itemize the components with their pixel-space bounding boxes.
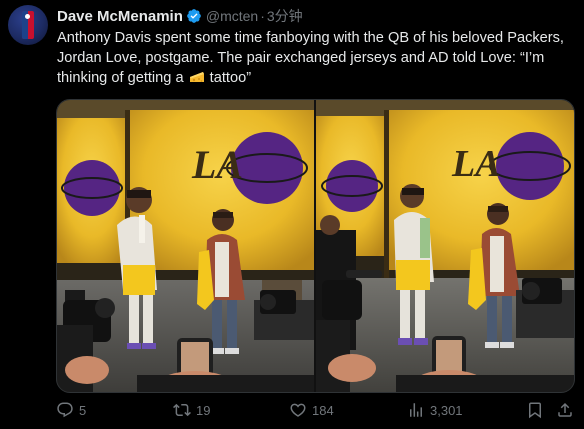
photo-left[interactable]: LA: [57, 100, 314, 392]
photo-left-image: LA: [57, 100, 314, 392]
bookmark-button[interactable]: [526, 400, 544, 420]
la-wall-text-right: LA: [451, 143, 501, 185]
tweet-media[interactable]: LA LA: [56, 99, 575, 393]
author-avatar[interactable]: [8, 5, 48, 45]
header-separator: ·: [260, 8, 265, 24]
repost-count: 19: [196, 402, 211, 418]
verified-badge-icon: [187, 9, 201, 23]
tweet-header: Dave McMenamin @mcten · 3分钟: [57, 6, 303, 26]
author-handle[interactable]: @mcten: [206, 8, 258, 24]
share-button[interactable]: [556, 400, 574, 420]
view-count: 3,301: [430, 402, 463, 418]
nba-logo-figure: [25, 14, 30, 19]
photo-right[interactable]: LA: [316, 100, 574, 392]
like-count: 184: [312, 402, 334, 418]
la-wall-text: LA: [191, 142, 243, 187]
tweet-text: Anthony Davis spent some time fanboying …: [57, 28, 572, 88]
tweet-text-part-2: tattoo”: [205, 70, 252, 86]
bookmark-icon: [529, 402, 541, 419]
heart-icon: [290, 403, 306, 417]
views-icon: [410, 403, 422, 417]
cheese-emoji: [189, 72, 204, 82]
views-button[interactable]: 3,301: [407, 400, 463, 420]
photo-right-image: LA: [316, 100, 574, 392]
tweet-actions: 5 19 184 3,301: [56, 400, 573, 420]
author-display-name[interactable]: Dave McMenamin: [57, 8, 183, 25]
reply-icon: [57, 402, 73, 418]
tweet-text-part-1: Anthony Davis spent some time fanboying …: [57, 30, 564, 86]
repost-button[interactable]: 19: [173, 400, 210, 420]
share-icon: [558, 402, 572, 417]
reply-count: 5: [79, 402, 87, 418]
tweet-timestamp[interactable]: 3分钟: [267, 6, 303, 26]
like-button[interactable]: 184: [289, 400, 334, 420]
repost-icon: [173, 403, 191, 417]
reply-button[interactable]: 5: [56, 400, 86, 420]
tweet-card[interactable]: Dave McMenamin @mcten · 3分钟 Anthony Davi…: [0, 0, 584, 429]
